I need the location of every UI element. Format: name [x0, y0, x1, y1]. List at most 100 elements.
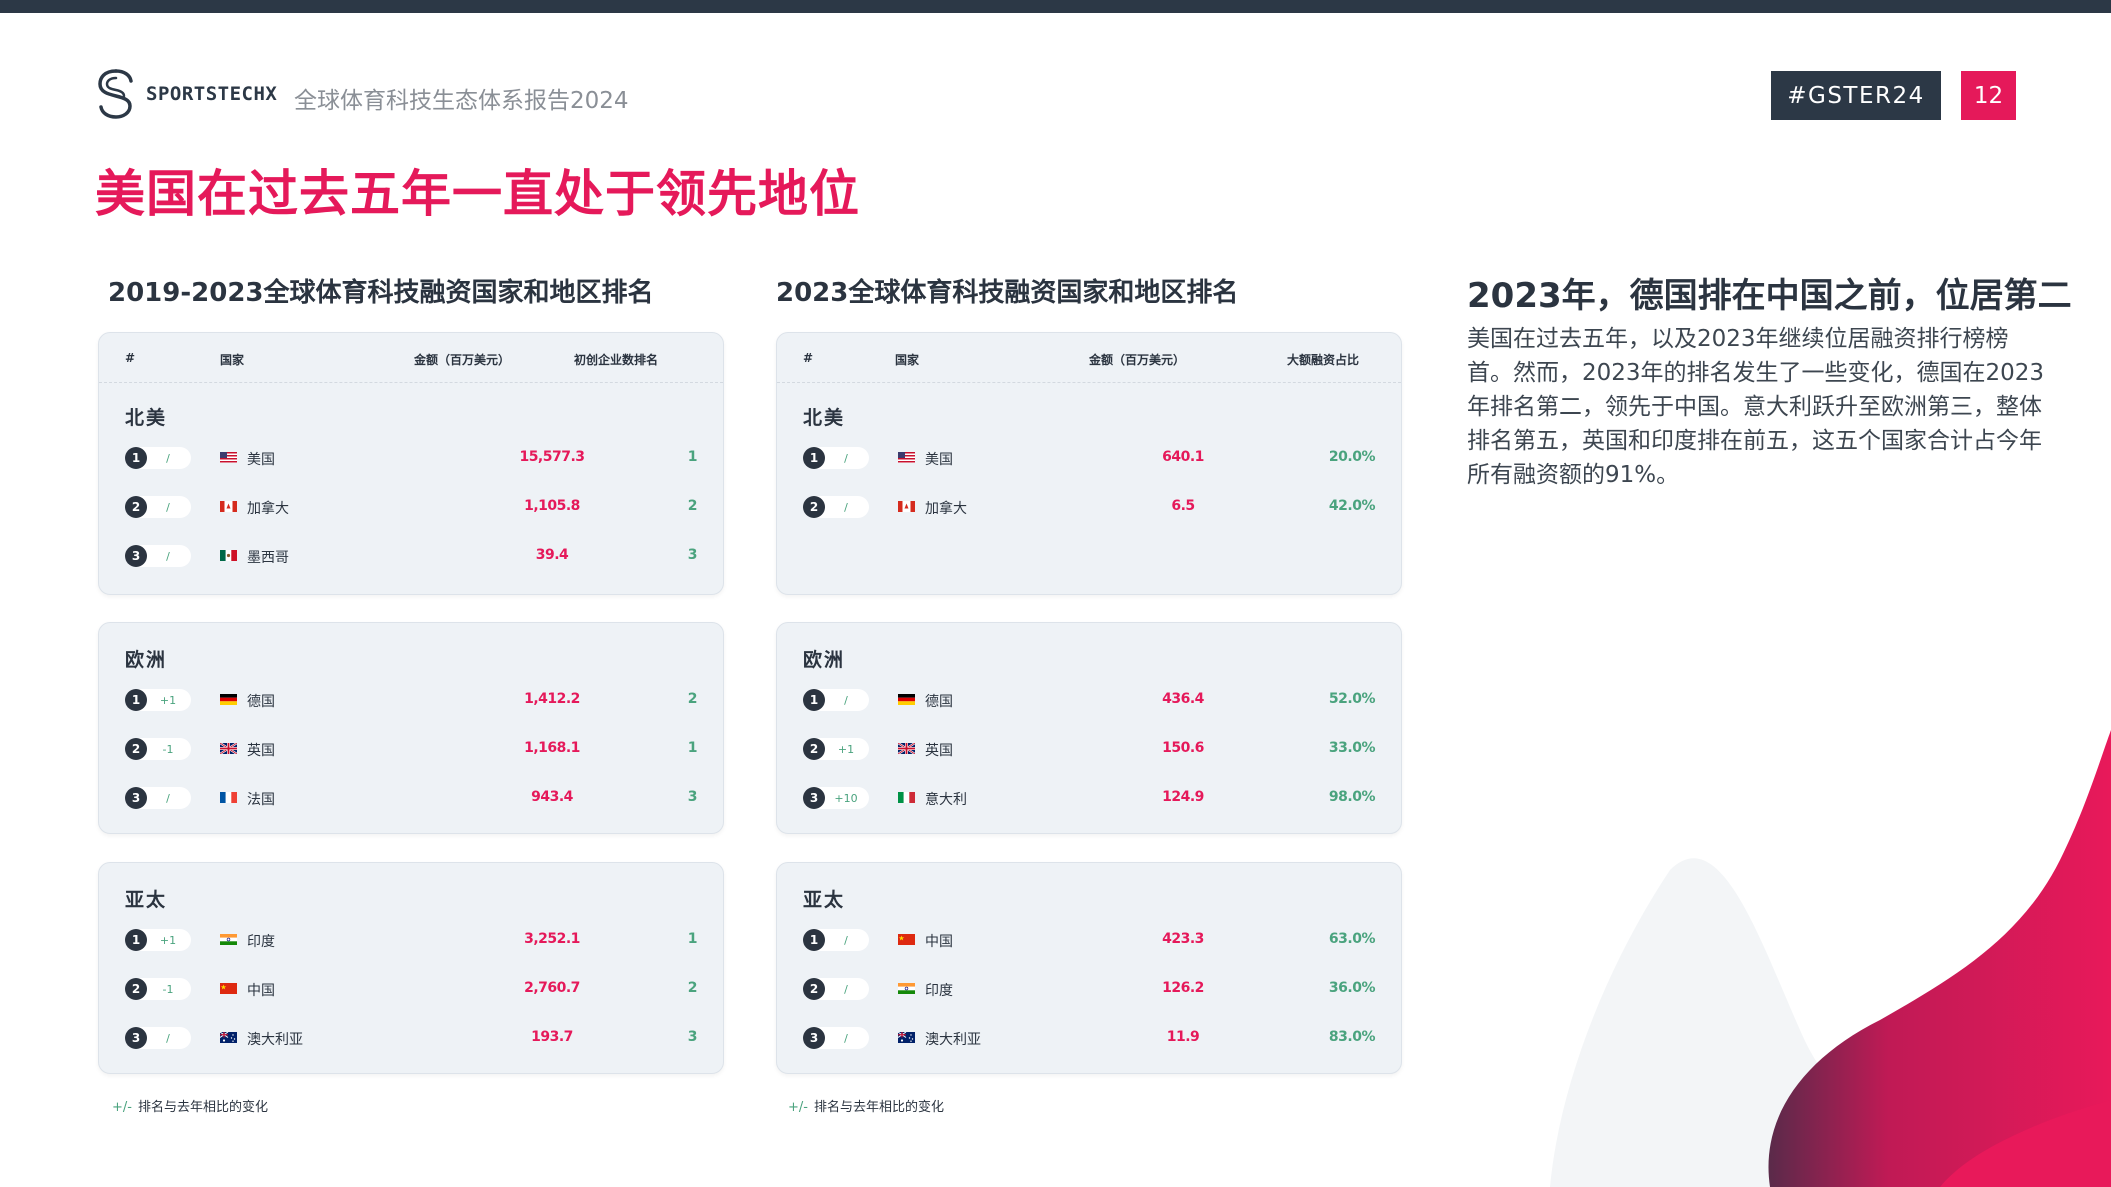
- table-row: 1/中国 423.3 63.0%: [777, 927, 1401, 953]
- canada-flag-icon: [220, 501, 237, 512]
- column-header: 大额融资占比: [1287, 353, 1360, 367]
- funding-amount: 1,105.8: [524, 498, 580, 514]
- rank-change: -1: [162, 982, 174, 996]
- page-headline: 美国在过去五年一直处于领先地位: [95, 165, 860, 223]
- decorative-wave-shape: [1550, 730, 2111, 1187]
- rank-change: /: [844, 982, 848, 996]
- country-name: 英国: [925, 743, 953, 759]
- funding-amount: 1,412.2: [524, 691, 580, 707]
- region-label: 北美: [803, 407, 846, 429]
- india-flag-icon: [220, 934, 237, 945]
- rank-change: /: [166, 500, 170, 514]
- column-header: #: [803, 351, 814, 365]
- country-name: 美国: [925, 452, 953, 468]
- country-name: 加拿大: [925, 501, 967, 517]
- table-row: 2/印度 126.2 36.0%: [777, 976, 1401, 1002]
- large-deal-share: 98.0%: [1328, 789, 1376, 805]
- table-row: 2 -1 英国 1,168.1 1: [99, 736, 723, 762]
- right-region-card: # 国家 金额（百万美元） 大额融资占比 北美 1/美国 640.1 20.0% 2/加拿大 6.…: [776, 332, 1402, 595]
- table-row: 3/澳大利亚 193.7 3: [99, 1025, 723, 1051]
- startup-count-rank: 2: [687, 980, 698, 996]
- large-deal-share: 36.0%: [1328, 980, 1376, 996]
- rank-change: /: [844, 933, 848, 947]
- rank-change: +1: [159, 693, 177, 707]
- table-row: 1/美国 640.1 20.0%: [777, 445, 1401, 471]
- report-title: 全球体育科技生态体系报告2024: [294, 88, 629, 114]
- rank-number: 2: [125, 738, 147, 760]
- rank-pill: 2/: [125, 496, 191, 518]
- country-name: 墨西哥: [247, 550, 289, 566]
- left-region-card: 亚太 1 +1 印度 3,252.1 1 2 -1 中国 2,760.7 2 3/澳大利亚 193.7 3: [98, 862, 724, 1074]
- column-header: #: [125, 351, 136, 365]
- rank-pill: 3/: [125, 787, 191, 809]
- rank-pill: 2 -1: [125, 978, 191, 1000]
- startup-count-rank: 3: [687, 1029, 698, 1045]
- rank-pill: 1/: [125, 447, 191, 469]
- table-row: 3/墨西哥 39.4 3: [99, 543, 723, 569]
- rank-pill: 2 +1: [803, 738, 869, 760]
- table-row: 2/加拿大 6.5 42.0%: [777, 494, 1401, 520]
- canada-flag-icon: [898, 501, 915, 512]
- column-header: 金额（百万美元）: [1089, 353, 1186, 367]
- startup-count-rank: 2: [687, 498, 698, 514]
- italy-flag-icon: [898, 792, 915, 803]
- usa-flag-icon: [220, 452, 237, 463]
- large-deal-share: 20.0%: [1328, 449, 1376, 465]
- rank-number: 2: [125, 978, 147, 1000]
- china-flag-icon: [220, 983, 237, 994]
- rank-change: +10: [834, 791, 858, 805]
- right-region-card: 欧洲 1/德国 436.4 52.0% 2 +1 英国 150.6 33.0% 3 +10 意大利 12…: [776, 622, 1402, 834]
- country-name: 澳大利亚: [925, 1032, 981, 1048]
- table-header: # 国家 金额（百万美元） 初创企业数排名: [99, 333, 723, 383]
- rank-pill: 2/: [803, 978, 869, 1000]
- rank-change: -1: [162, 742, 174, 756]
- rank-number: 3: [125, 1027, 147, 1049]
- rank-change: /: [844, 451, 848, 465]
- rank-pill: 1 +1: [125, 929, 191, 951]
- table-row: 1/德国 436.4 52.0%: [777, 687, 1401, 713]
- table-row: 1 +1 德国 1,412.2 2: [99, 687, 723, 713]
- table-row: 3/法国 943.4 3: [99, 785, 723, 811]
- country-name: 加拿大: [247, 501, 289, 517]
- large-deal-share: 33.0%: [1328, 740, 1376, 756]
- country-name: 中国: [247, 983, 275, 999]
- funding-amount: 193.7: [531, 1029, 573, 1045]
- mexico-flag-icon: [220, 550, 237, 561]
- table-header: # 国家 金额（百万美元） 大额融资占比: [777, 333, 1401, 383]
- startup-count-rank: 3: [687, 547, 698, 563]
- china-flag-icon: [898, 934, 915, 945]
- table-row: 2/加拿大 1,105.8 2: [99, 494, 723, 520]
- region-label: 欧洲: [803, 649, 846, 671]
- region-label: 北美: [125, 407, 168, 429]
- column-header: 初创企业数排名: [574, 353, 659, 367]
- rank-pill: 3/: [803, 1027, 869, 1049]
- rank-change: +1: [837, 742, 855, 756]
- rank-number: 1: [125, 689, 147, 711]
- rank-pill: 3/: [125, 545, 191, 567]
- startup-count-rank: 1: [687, 449, 698, 465]
- right-footnote: +/- 排名与去年相比的变化: [788, 1096, 944, 1115]
- footnote-symbol: +/-: [788, 1100, 808, 1115]
- rank-change: /: [166, 549, 170, 563]
- country-name: 德国: [247, 694, 275, 710]
- country-name: 中国: [925, 934, 953, 950]
- funding-amount: 423.3: [1162, 931, 1204, 947]
- rank-pill: 3 +10: [803, 787, 869, 809]
- column-header: 国家: [220, 353, 245, 367]
- rank-number: 3: [125, 545, 147, 567]
- rank-pill: 1/: [803, 447, 869, 469]
- left-footnote: +/- 排名与去年相比的变化: [112, 1096, 268, 1115]
- table-row: 1/美国 15,577.3 1: [99, 445, 723, 471]
- australia-flag-icon: [220, 1032, 237, 1043]
- footnote-text: 排名与去年相比的变化: [137, 1100, 268, 1115]
- india-flag-icon: [898, 983, 915, 994]
- australia-flag-icon: [898, 1032, 915, 1043]
- footnote-symbol: +/-: [112, 1100, 132, 1115]
- startup-count-rank: 1: [687, 931, 698, 947]
- funding-amount: 11.9: [1166, 1029, 1200, 1045]
- column-header: 金额（百万美元）: [414, 353, 511, 367]
- funding-amount: 126.2: [1162, 980, 1204, 996]
- column-header: 国家: [895, 353, 920, 367]
- rank-pill: 3/: [125, 1027, 191, 1049]
- right-region-card: 亚太 1/中国 423.3 63.0% 2/印度 126.2 36.0% 3/澳大利亚 11.9…: [776, 862, 1402, 1074]
